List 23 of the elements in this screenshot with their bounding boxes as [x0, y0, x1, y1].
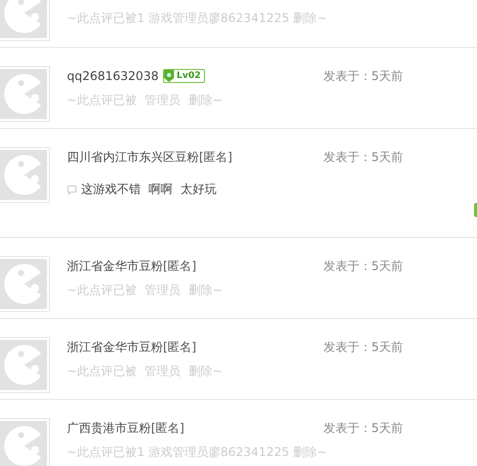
anonymous-tag: [匿名] — [163, 338, 196, 356]
author-name[interactable]: 四川省内江市东兴区豆粉 — [67, 148, 199, 166]
post-time: 5天前 — [371, 338, 403, 356]
posted-label: 发表于： — [323, 148, 372, 166]
anonymous-tag: [匿名] — [151, 420, 184, 436]
author-name[interactable]: 浙江省金华市豆粉 — [67, 258, 163, 274]
posted-label: 发表于： — [323, 68, 372, 84]
author-name[interactable]: 浙江省金华市豆粉 — [67, 338, 163, 356]
author-name[interactable]: 广西贵港市豆粉 — [67, 420, 151, 436]
post-time: 5天前 — [371, 148, 403, 166]
anonymous-tag: [匿名] — [163, 258, 196, 274]
anonymous-tag: [匿名] — [199, 148, 232, 166]
posted-label: 发表于： — [323, 258, 372, 274]
level-badge: Lv02 — [162, 69, 205, 83]
post-time: 5天前 — [371, 68, 403, 84]
post-time: 5天前 — [371, 420, 403, 436]
posted-label: 发表于： — [323, 338, 372, 356]
comment-text: 这游戏不错 啊啊 太好玩 — [81, 181, 216, 198]
post-time: 5天前 — [371, 258, 403, 274]
side-tab[interactable] — [474, 203, 477, 217]
speech-bubble-icon — [67, 184, 77, 194]
posted-label: 发表于： — [323, 420, 372, 436]
author-name[interactable]: qq2681632038 — [67, 69, 159, 83]
